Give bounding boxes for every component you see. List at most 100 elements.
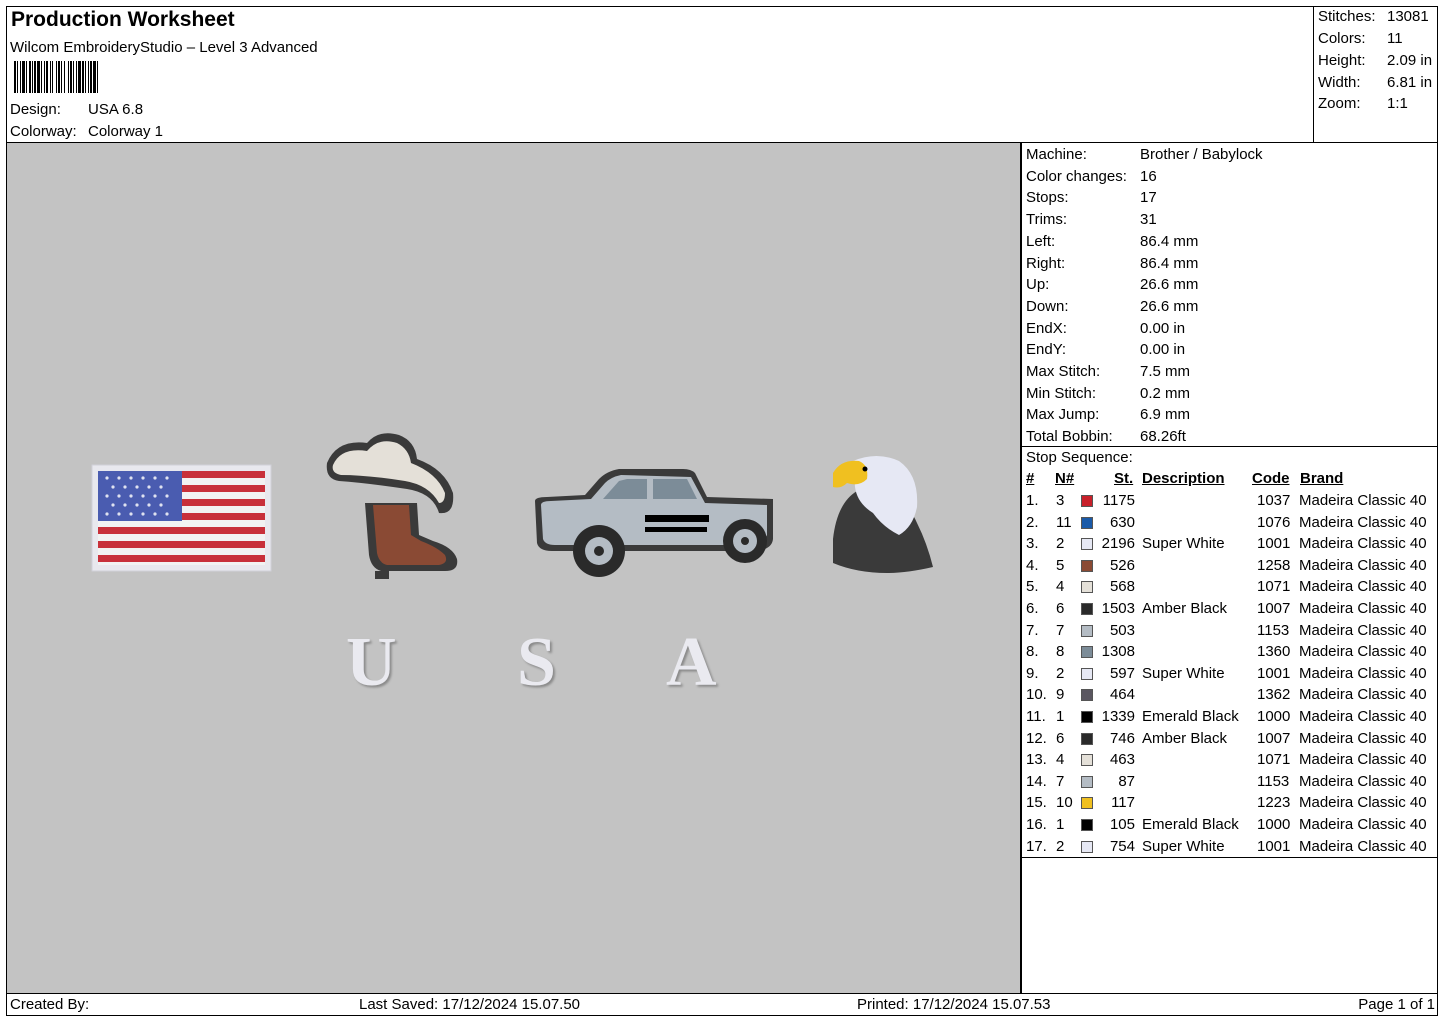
stop-sequence-row: 9. 2 597 Super White 1001 Madeira Classic 40	[1026, 665, 1438, 686]
cell-n: 9	[1056, 686, 1065, 704]
cell-description: Super White	[1142, 535, 1225, 553]
stop-sequence-row: 16. 1 105 Emerald Black 1000 Madeira Classic …	[1026, 816, 1438, 837]
stat-row: Colors: 11	[1318, 30, 1403, 47]
cell-brand: Madeira Classic 40	[1299, 686, 1427, 704]
design-field: Design: USA 6.8	[10, 101, 143, 118]
machine-info-label: Down:	[1026, 297, 1069, 315]
stop-sequence-row: 3. 2 2196 Super White 1001 Madeira Classic 40	[1026, 535, 1438, 556]
stop-sequence-row: 4. 5 526 1258 Madeira Classic 40	[1026, 557, 1438, 578]
cell-brand: Madeira Classic 40	[1299, 535, 1427, 553]
machine-info-label: Total Bobbin:	[1026, 428, 1113, 446]
machine-info-row: Down: 26.6 mm	[1026, 298, 1198, 315]
stop-sequence-row: 15. 10 117 1223 Madeira Classic 40	[1026, 794, 1438, 815]
cell-code: 1007	[1257, 729, 1291, 747]
machine-info-row: Right: 86.4 mm	[1026, 255, 1198, 272]
colorway-field: Colorway: Colorway 1	[10, 123, 163, 140]
cell-code: 1000	[1257, 816, 1291, 833]
color-swatch	[1081, 603, 1093, 615]
cell-n: 6	[1056, 729, 1065, 747]
machine-info-label: Machine:	[1026, 146, 1087, 163]
last-saved: Last Saved: 17/12/2024 15.07.50	[359, 996, 581, 1013]
cell-st: 1175	[1102, 492, 1135, 509]
stop-sequence-row: 11. 1 1339 Emerald Black 1000 Madeira Classic…	[1026, 708, 1438, 729]
cell-brand: Madeira Classic 40	[1299, 664, 1427, 682]
machine-info-label: Up:	[1026, 276, 1050, 294]
design-label: Design:	[10, 101, 61, 118]
cell-num: 2.	[1026, 513, 1039, 531]
cell-st: 1339	[1101, 708, 1135, 725]
machine-info-value: 68.26ft	[1140, 428, 1186, 446]
cell-brand: Madeira Classic 40	[1299, 600, 1427, 617]
stop-sequence-row: 10. 9 464 1362 Madeira Classic 40	[1026, 686, 1438, 707]
col-header-num: #	[1026, 470, 1035, 487]
flag-icon	[91, 464, 272, 572]
created-by: Created By:	[10, 996, 90, 1013]
cell-st: 630	[1109, 513, 1135, 531]
stop-sequence-row: 8. 8 1308 1360 Madeira Classic 40	[1026, 643, 1438, 664]
cell-code: 1153	[1257, 621, 1290, 639]
stop-sequence-row: 6. 6 1503 Amber Black 1007 Madeira Classic 40	[1026, 600, 1438, 621]
cell-num: 4.	[1026, 556, 1039, 574]
cell-st: 746	[1109, 729, 1135, 747]
machine-info-label: Color changes:	[1026, 167, 1127, 185]
cell-st: 526	[1109, 556, 1135, 574]
machine-info-value: 86.4 mm	[1140, 254, 1199, 272]
color-swatch	[1081, 711, 1093, 723]
color-swatch	[1081, 797, 1093, 810]
cell-n: 1	[1056, 708, 1065, 725]
cell-code: 1007	[1257, 600, 1291, 617]
machine-info-value: 17	[1140, 189, 1157, 207]
eagle-head-icon	[833, 456, 933, 573]
cell-code: 1071	[1257, 751, 1291, 769]
software-name: Wilcom EmbroideryStudio – Level 3 Advanc…	[10, 39, 318, 56]
pickup-truck-icon	[535, 469, 773, 577]
machine-info-label: Max Stitch:	[1026, 363, 1101, 380]
machine-info-label: Max Jump:	[1026, 406, 1100, 424]
stop-sequence-row: 5. 4 568 1071 Madeira Classic 40	[1026, 578, 1438, 599]
info-divider	[1022, 446, 1438, 447]
cell-num: 8.	[1026, 643, 1039, 661]
stop-sequence-row: 14. 7 87 1153 Madeira Classic 40	[1026, 773, 1438, 794]
machine-info-value: 16	[1140, 167, 1157, 185]
cell-code: 1153	[1257, 772, 1290, 790]
stat-row: Height: 2.09 in	[1318, 52, 1433, 69]
cell-num: 16.	[1026, 816, 1047, 833]
cell-code: 1001	[1257, 535, 1291, 553]
cell-st: 568	[1109, 578, 1135, 596]
color-swatch	[1081, 775, 1093, 788]
col-header-brand: Brand	[1300, 470, 1344, 487]
machine-info-label: EndX:	[1026, 319, 1067, 337]
footer-divider	[6, 993, 1438, 994]
stop-sequence-title: Stop Sequence:	[1026, 449, 1133, 466]
cell-code: 1000	[1257, 708, 1291, 725]
cell-num: 15.	[1026, 794, 1047, 812]
color-swatch	[1081, 559, 1093, 572]
machine-info-value: 6.9 mm	[1140, 406, 1191, 424]
cell-n: 3	[1056, 492, 1065, 509]
cell-st: 1503	[1101, 600, 1135, 617]
stop-sequence-row: 1. 3 1175 1037 Madeira Classic 40	[1026, 492, 1438, 513]
cell-code: 1037	[1257, 492, 1291, 509]
cell-description: Super White	[1142, 837, 1225, 855]
cell-st: 503	[1109, 621, 1135, 639]
machine-info-row: Left: 86.4 mm	[1026, 233, 1198, 250]
cell-brand: Madeira Classic 40	[1299, 556, 1427, 574]
design-letter-s: S	[517, 624, 556, 701]
machine-info-label: Right:	[1026, 254, 1066, 272]
cell-brand: Madeira Classic 40	[1299, 621, 1427, 639]
cell-n: 11	[1056, 513, 1072, 531]
design-letter-u: U	[346, 624, 397, 701]
stat-row: Zoom: 1:1	[1318, 95, 1408, 112]
stop-sequence-row: 2. 11 630 1076 Madeira Classic 40	[1026, 514, 1438, 535]
cell-num: 14.	[1026, 772, 1047, 790]
machine-info-label: EndY:	[1026, 341, 1067, 359]
machine-info-row: Machine: Brother / Babylock	[1026, 146, 1263, 163]
cell-num: 1.	[1026, 492, 1039, 509]
cell-num: 6.	[1026, 600, 1039, 617]
col-header-code: Code	[1252, 470, 1290, 487]
cell-brand: Madeira Classic 40	[1299, 729, 1427, 747]
cell-n: 2	[1056, 837, 1065, 855]
cell-num: 9.	[1026, 664, 1039, 682]
machine-info-row: Color changes: 16	[1026, 168, 1157, 185]
machine-info-row: Max Stitch: 7.5 mm	[1026, 363, 1190, 380]
